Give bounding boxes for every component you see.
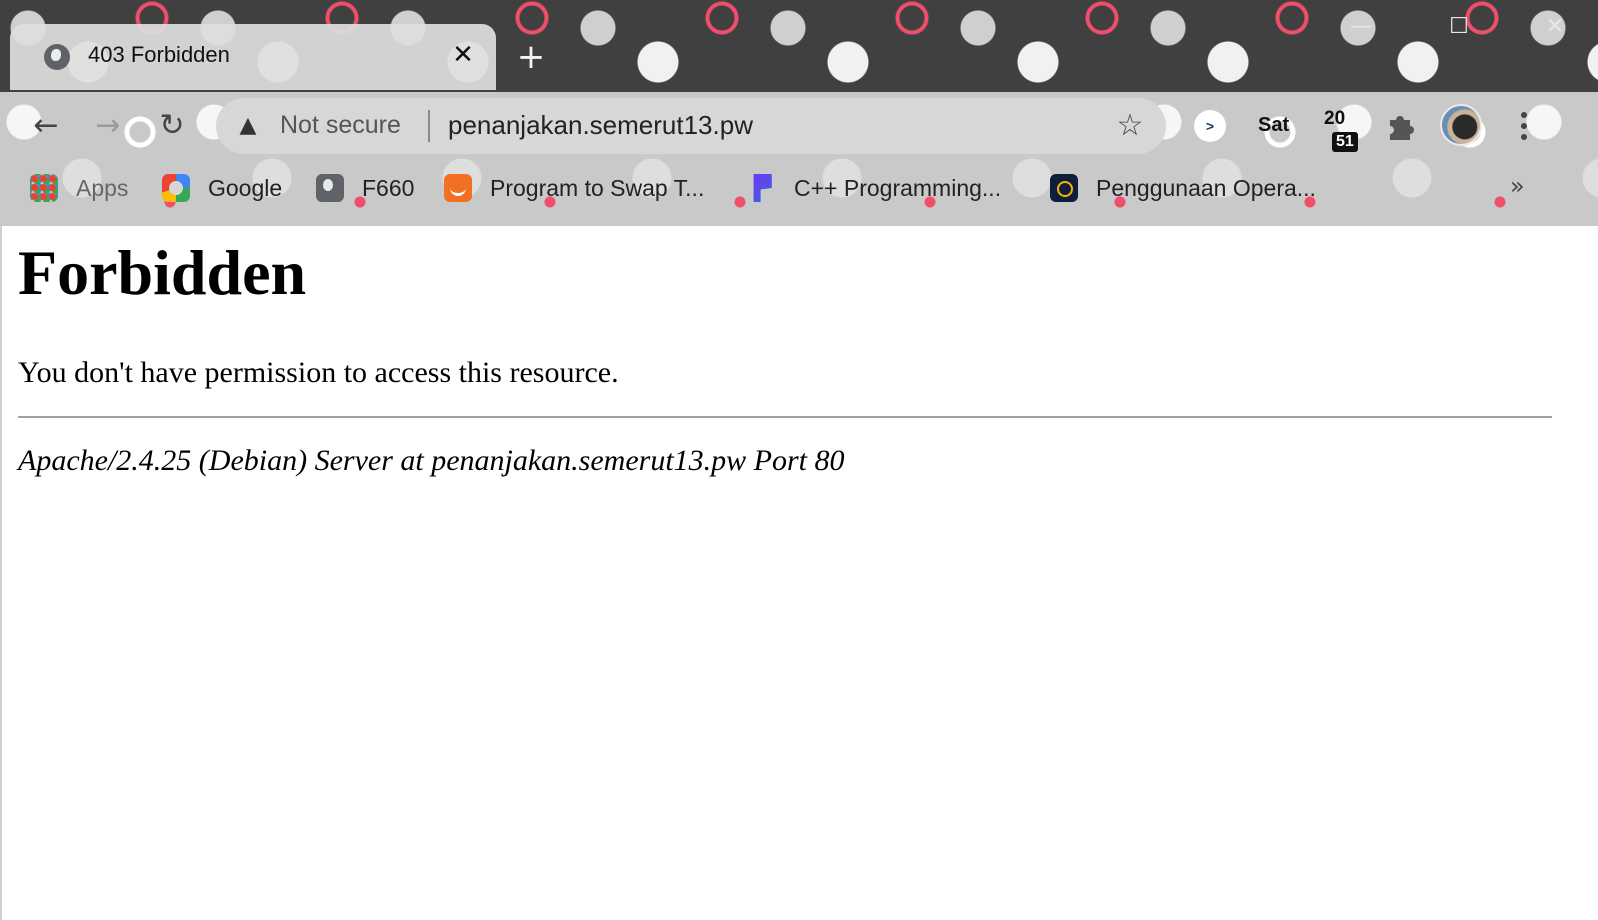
new-tab-button[interactable]: +	[512, 38, 550, 76]
maximize-icon[interactable]: ☐	[1444, 12, 1474, 42]
server-signature: Apache/2.4.25 (Debian) Server at penanja…	[18, 444, 845, 477]
extension-day-label[interactable]: Sat	[1258, 114, 1289, 137]
profile-avatar[interactable]	[1440, 104, 1482, 146]
bookmark-label: F660	[362, 174, 415, 201]
globe-icon	[44, 44, 70, 70]
bookmark-program-swap[interactable]: Program to Swap T...	[444, 170, 704, 206]
bookmark-label: Program to Swap T...	[490, 174, 705, 201]
bookmark-label: Apps	[76, 174, 129, 201]
url-text[interactable]: penanjakan.semerut13.pw	[448, 110, 753, 141]
extension-clock[interactable]: 20 51	[1322, 108, 1366, 154]
security-label[interactable]: Not secure	[280, 111, 401, 140]
address-bar[interactable]: ▲ Not secure penanjakan.semerut13.pw ☆	[216, 98, 1166, 154]
bookmark-apps[interactable]: Apps	[30, 170, 128, 206]
more-bookmarks-icon[interactable]: »	[1510, 172, 1525, 200]
tab-close-icon[interactable]: ✕	[446, 38, 480, 72]
warning-icon[interactable]: ▲	[234, 112, 262, 140]
globe-icon	[316, 174, 344, 202]
page-heading: Forbidden	[18, 237, 307, 308]
tab-title: 403 Forbidden	[88, 42, 230, 67]
bookmark-label: Penggunaan Opera...	[1096, 174, 1316, 201]
extensions-puzzle-icon[interactable]	[1384, 110, 1416, 142]
menu-icon[interactable]	[1514, 108, 1534, 144]
clock-hour: 20	[1324, 108, 1346, 129]
window-border	[0, 226, 2, 920]
site-icon	[753, 174, 772, 202]
bookmark-f660[interactable]: F660	[316, 170, 414, 206]
site-icon	[444, 174, 472, 202]
bookmark-google[interactable]: Google	[162, 170, 282, 206]
google-icon	[162, 174, 190, 202]
window-close-icon[interactable]: ✕	[1540, 12, 1570, 42]
bookmark-label: C++ Programming...	[794, 174, 1002, 201]
reload-button[interactable]: ↻	[154, 108, 190, 144]
error-message: You don't have permission to access this…	[18, 356, 619, 389]
browser-chrome: — ☐ ✕ 403 Forbidden ✕ + ← → ↻ ▲ Not secu…	[0, 0, 1598, 226]
divider	[18, 416, 1552, 418]
apps-grid-icon	[30, 174, 58, 202]
active-tab[interactable]: 403 Forbidden ✕	[10, 24, 496, 90]
bookmark-cpp-programming[interactable]: C++ Programming...	[748, 170, 1001, 206]
site-icon	[1050, 174, 1078, 202]
back-button[interactable]: ←	[28, 108, 64, 144]
address-separator	[428, 110, 430, 142]
bookmark-star-icon[interactable]: ☆	[1112, 108, 1148, 144]
forward-button[interactable]: →	[90, 108, 126, 144]
minimize-icon[interactable]: —	[1346, 12, 1376, 42]
clock-minute: 51	[1332, 132, 1358, 152]
extension-icon[interactable]: >	[1194, 110, 1226, 142]
page-content: Forbidden You don't have permission to a…	[0, 226, 1598, 920]
bookmark-penggunaan[interactable]: Penggunaan Opera...	[1050, 170, 1316, 206]
bookmark-label: Google	[208, 174, 283, 201]
